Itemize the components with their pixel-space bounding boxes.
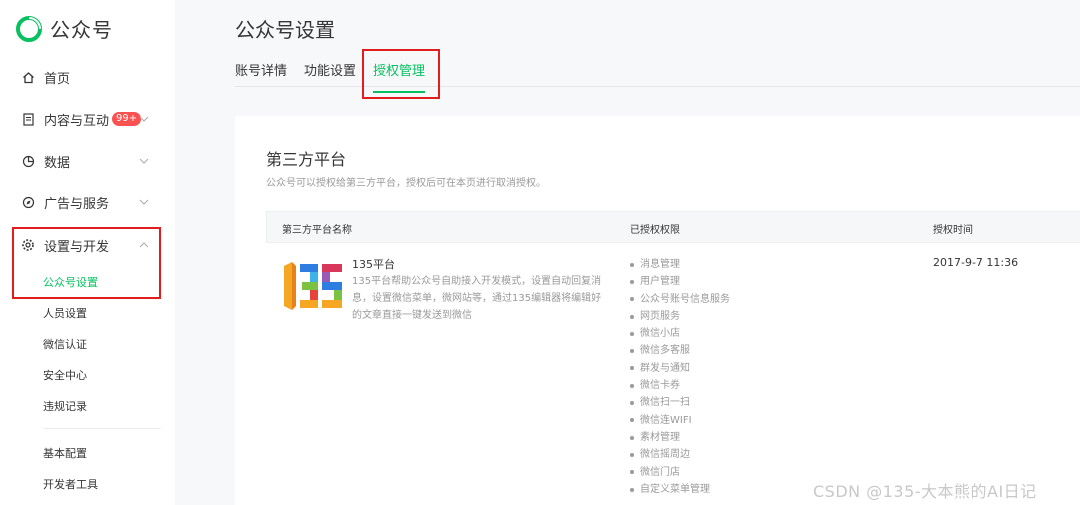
sidebar-item-label: 数据 <box>44 155 71 171</box>
logo-text: 公众号 <box>50 18 113 42</box>
permission-item: 网页服务 <box>630 308 730 325</box>
bullet-icon <box>630 314 634 319</box>
chevron-down-icon[interactable] <box>136 111 152 127</box>
bullet-icon <box>630 297 634 302</box>
permission-label: 微信扫一扫 <box>640 397 690 409</box>
bullet-icon <box>630 331 634 336</box>
permission-item: 微信扫一扫 <box>630 394 730 411</box>
sidebar-item-content[interactable]: 内容与互动 99+ <box>20 107 160 131</box>
platform-description: 135平台帮助公众号自助接入开发模式，设置自动回复消息，设置微信菜单，微网站等，… <box>352 276 602 321</box>
platform-name: 135平台 <box>352 258 395 271</box>
platform-135-logo <box>284 262 342 310</box>
compass-icon <box>20 194 36 210</box>
sidebar-item-home[interactable]: 首页 <box>20 65 160 89</box>
permission-label: 微信门店 <box>640 466 680 478</box>
sidebar-item-label: 广告与服务 <box>44 196 110 212</box>
bullet-icon <box>630 383 634 388</box>
permission-item: 微信小店 <box>630 325 730 342</box>
permission-label: 素材管理 <box>640 431 680 443</box>
chart-pie-icon <box>20 153 36 169</box>
logo[interactable]: 公众号 <box>16 14 113 43</box>
sidebar-item-ads[interactable]: 广告与服务 <box>20 190 160 214</box>
permission-label: 群发与通知 <box>640 362 690 374</box>
permission-item: 用户管理 <box>630 273 730 290</box>
bullet-icon <box>630 435 634 440</box>
section-description: 公众号可以授权给第三方平台，授权后可在本页进行取消授权。 <box>266 178 546 189</box>
permission-label: 微信摇周边 <box>640 449 690 461</box>
sidebar-item-label: 内容与互动 <box>44 113 110 129</box>
permission-item: 微信门店 <box>630 464 730 481</box>
bullet-icon <box>630 470 634 475</box>
permission-label: 微信卡券 <box>640 380 680 392</box>
bullet-icon <box>630 452 634 457</box>
sidebar-subitem-basic-config[interactable]: 基本配置 <box>43 445 87 461</box>
bullet-icon <box>630 279 634 284</box>
sidebar-subitem-security-center[interactable]: 安全中心 <box>43 367 87 383</box>
permission-label: 自定义菜单管理 <box>640 483 710 495</box>
chevron-down-icon[interactable] <box>136 194 152 210</box>
permission-item: 微信摇周边 <box>630 446 730 463</box>
tab-feature-settings[interactable]: 功能设置 <box>304 60 356 93</box>
home-icon <box>20 69 36 85</box>
sidebar-subitem-verification[interactable]: 微信认证 <box>43 336 87 352</box>
permission-item: 群发与通知 <box>630 360 730 377</box>
permission-item: 素材管理 <box>630 429 730 446</box>
wechat-mp-logo-icon <box>16 15 42 42</box>
permission-label: 微信多客服 <box>640 345 690 357</box>
permission-item: 自定义菜单管理 <box>630 481 730 498</box>
document-icon <box>20 111 36 127</box>
permission-item: 微信多客服 <box>630 342 730 359</box>
permission-list: 消息管理用户管理公众号账号信息服务 网页服务微信小店微信多客服群发与通知微信卡券微… <box>630 256 730 498</box>
permission-label: 微信小店 <box>640 328 680 340</box>
tab-account-details[interactable]: 账号详情 <box>235 60 287 93</box>
chevron-down-icon[interactable] <box>136 153 152 169</box>
column-header-time: 授权时间 <box>933 225 973 236</box>
permission-label: 公众号账号信息服务 <box>640 293 730 305</box>
bullet-icon <box>630 349 634 354</box>
sidebar-subitem-violation-records[interactable]: 违规记录 <box>43 398 87 414</box>
bullet-icon <box>630 418 634 423</box>
column-header-platform: 第三方平台名称 <box>282 225 352 236</box>
sidebar-item-label: 首页 <box>44 71 71 87</box>
bullet-icon <box>630 487 634 492</box>
bullet-icon <box>630 366 634 371</box>
bullet-icon <box>630 401 634 406</box>
permission-label: 网页服务 <box>640 310 680 322</box>
page-title: 公众号设置 <box>235 18 335 42</box>
column-header-permissions: 已授权权限 <box>630 225 680 236</box>
sidebar-item-data[interactable]: 数据 <box>20 149 160 173</box>
permission-label: 用户管理 <box>640 276 680 288</box>
permission-item: 公众号账号信息服务 <box>630 291 730 308</box>
sidebar-subitem-developer-tools[interactable]: 开发者工具 <box>43 476 98 492</box>
permission-item: 微信连WIFI <box>630 412 730 429</box>
section-title: 第三方平台 <box>266 150 347 169</box>
authorization-time: 2017-9-7 11:36 <box>933 256 1019 269</box>
permission-label: 消息管理 <box>640 259 680 270</box>
watermark: CSDN @135-大本熊的AI日记 <box>813 482 1037 501</box>
sidebar-divider <box>43 428 161 429</box>
permission-item: 消息管理 <box>630 256 730 273</box>
bullet-icon <box>630 262 634 267</box>
permission-label: 微信连WIFI <box>640 414 692 426</box>
highlight-box-settings <box>12 227 161 299</box>
highlight-box-tab <box>362 49 440 99</box>
permission-item: 微信卡券 <box>630 377 730 394</box>
sidebar-subitem-staff-settings[interactable]: 人员设置 <box>43 305 87 321</box>
